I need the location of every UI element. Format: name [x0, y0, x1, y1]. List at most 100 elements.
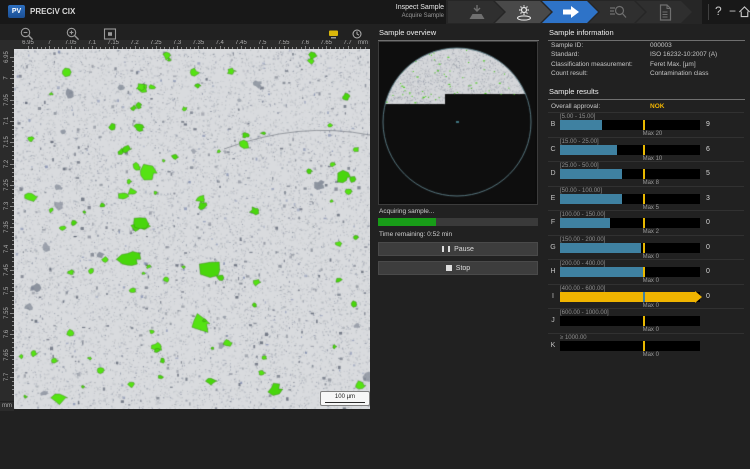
pause-button[interactable]: Pause: [378, 242, 538, 256]
time-remaining: Time remaining: 0:52 min: [379, 231, 452, 238]
info-field-label: Classification measurement:: [551, 61, 633, 68]
class-bar-track: [560, 169, 700, 179]
home-icon[interactable]: [738, 5, 750, 23]
class-count: 3: [706, 195, 710, 203]
limit-marker: [643, 120, 645, 130]
class-letter: D: [548, 170, 558, 178]
result-row-E: [50.00 - 100.00]EMax 53: [548, 186, 744, 211]
class-count: 0: [706, 244, 710, 252]
sample-information-title: Sample information: [548, 28, 745, 41]
class-bar-track: [560, 145, 700, 155]
sample-information-fields: Sample ID:000003Standard:ISO 16232-10:20…: [551, 42, 744, 80]
limit-marker: [643, 145, 645, 155]
class-count: 0: [706, 219, 710, 227]
app-logo: PV: [8, 5, 25, 18]
class-count: 6: [706, 146, 710, 154]
result-row-I: [400.00 - 600.00]IMax 00: [548, 284, 744, 309]
app-title: PRECiV CIX: [30, 7, 75, 16]
class-bar-fill: [560, 120, 602, 130]
class-letter: F: [548, 219, 558, 227]
class-count: 9: [706, 121, 710, 129]
ruler-corner: [0, 40, 14, 49]
minimize-button[interactable]: −: [729, 3, 736, 19]
overall-approval-row: Overall approval: NOK: [551, 103, 744, 110]
live-sample-image[interactable]: [14, 49, 370, 409]
limit-marker: [643, 341, 645, 351]
logo-text: PV: [12, 8, 21, 15]
limit-marker: [643, 218, 645, 228]
class-bar-track: [560, 194, 700, 204]
workflow-step-load-sample[interactable]: [448, 1, 504, 23]
approval-label: Overall approval:: [551, 103, 600, 110]
overflow-arrow-icon: [695, 291, 702, 303]
stop-label: Stop: [456, 265, 470, 272]
app-root: PV PRECiV CIX Inspect Sample Acquire Sam…: [0, 0, 750, 469]
approval-status-badge: NOK: [650, 103, 664, 110]
class-letter: I: [548, 293, 558, 301]
info-row: Classification measurement: Feret Max. [µ…: [551, 61, 744, 70]
class-max-label: Max 0: [643, 352, 659, 358]
scale-bar: 100 µm: [320, 391, 370, 406]
class-bar-track: [560, 292, 700, 302]
scale-bar-line: [325, 402, 365, 403]
class-letter: E: [548, 195, 558, 203]
info-row: Count result:Contamination class: [551, 70, 744, 79]
limit-marker: [643, 194, 645, 204]
result-row-B: [5.00 - 15.00]BMax 209: [548, 112, 744, 137]
limit-marker: [643, 243, 645, 253]
info-row: Sample ID:000003: [551, 42, 744, 51]
acquisition-progress-bar: [378, 218, 538, 226]
class-bar-track: [560, 316, 700, 326]
ruler-unit-label: mm: [0, 402, 14, 411]
class-count: 0: [706, 268, 710, 276]
overview-canvas: [379, 42, 535, 202]
class-bar-fill: [560, 194, 622, 204]
info-field-value: Contamination class: [650, 70, 709, 77]
limit-marker: [643, 316, 645, 326]
class-letter: B: [548, 121, 558, 129]
class-count: 5: [706, 170, 710, 178]
info-field-value: Feret Max. [µm]: [650, 61, 696, 68]
class-count: 0: [706, 293, 710, 301]
class-bar-track: [560, 341, 700, 351]
class-letter: H: [548, 268, 558, 276]
limit-marker: [643, 169, 645, 179]
result-row-H: [200.00 - 400.00]HMax 00: [548, 259, 744, 284]
scale-bar-label: 100 µm: [335, 394, 355, 400]
breadcrumb: Inspect Sample Acquire Sample: [330, 3, 444, 21]
class-bar-track: [560, 218, 700, 228]
horizontal-ruler: 6.9577.057.17.157.27.257.37.357.47.457.5…: [14, 40, 370, 49]
acquisition-status: Acquiring sample...: [379, 208, 434, 215]
live-image-viewport: 10x 1.19 ms 6.9577.057.17.157.27.257.37.…: [0, 24, 374, 469]
class-bar-track: [560, 120, 700, 130]
class-bar-fill: [560, 169, 622, 179]
info-row: Standard:ISO 16232-10:2007 (A): [551, 51, 744, 60]
pause-icon: [442, 246, 450, 252]
sample-results-title: Sample results: [548, 87, 745, 100]
info-field-label: Sample ID:: [551, 42, 583, 49]
result-row-J: [600.00 - 1000.00]JMax 0: [548, 308, 744, 333]
breadcrumb-secondary: Acquire Sample: [330, 12, 444, 21]
sample-overview-panel: Sample overview Acquiring sample... Time…: [378, 24, 538, 469]
class-bar-fill: [560, 267, 643, 277]
class-letter: G: [548, 244, 558, 252]
result-row-K: ≥ 1000.00KMax 0: [548, 333, 744, 358]
acquisition-progress-fill: [378, 218, 436, 226]
class-letter: J: [548, 317, 558, 325]
titlebar-divider: [708, 4, 709, 20]
contamination-class-list: [5.00 - 15.00]BMax 209[15.00 - 25.00]CMa…: [548, 112, 744, 357]
class-bar-fill: [560, 145, 617, 155]
ruler-unit-label: mm: [358, 40, 368, 47]
sample-overview-map[interactable]: [378, 41, 538, 205]
class-bar-track: [560, 267, 700, 277]
stop-button[interactable]: Stop: [378, 261, 538, 275]
result-row-D: [25.00 - 50.00]DMax 85: [548, 161, 744, 186]
sample-results-panel: Sample information Sample ID:000003Stand…: [548, 24, 750, 469]
help-button[interactable]: ?: [715, 3, 722, 19]
pause-label: Pause: [454, 246, 474, 253]
info-field-value: ISO 16232-10:2007 (A): [650, 51, 717, 58]
result-row-G: [150.00 - 200.00]GMax 00: [548, 235, 744, 260]
workflow-steps: [448, 1, 692, 23]
class-bar-fill: [560, 292, 696, 302]
title-bar: PV PRECiV CIX Inspect Sample Acquire Sam…: [0, 0, 750, 24]
